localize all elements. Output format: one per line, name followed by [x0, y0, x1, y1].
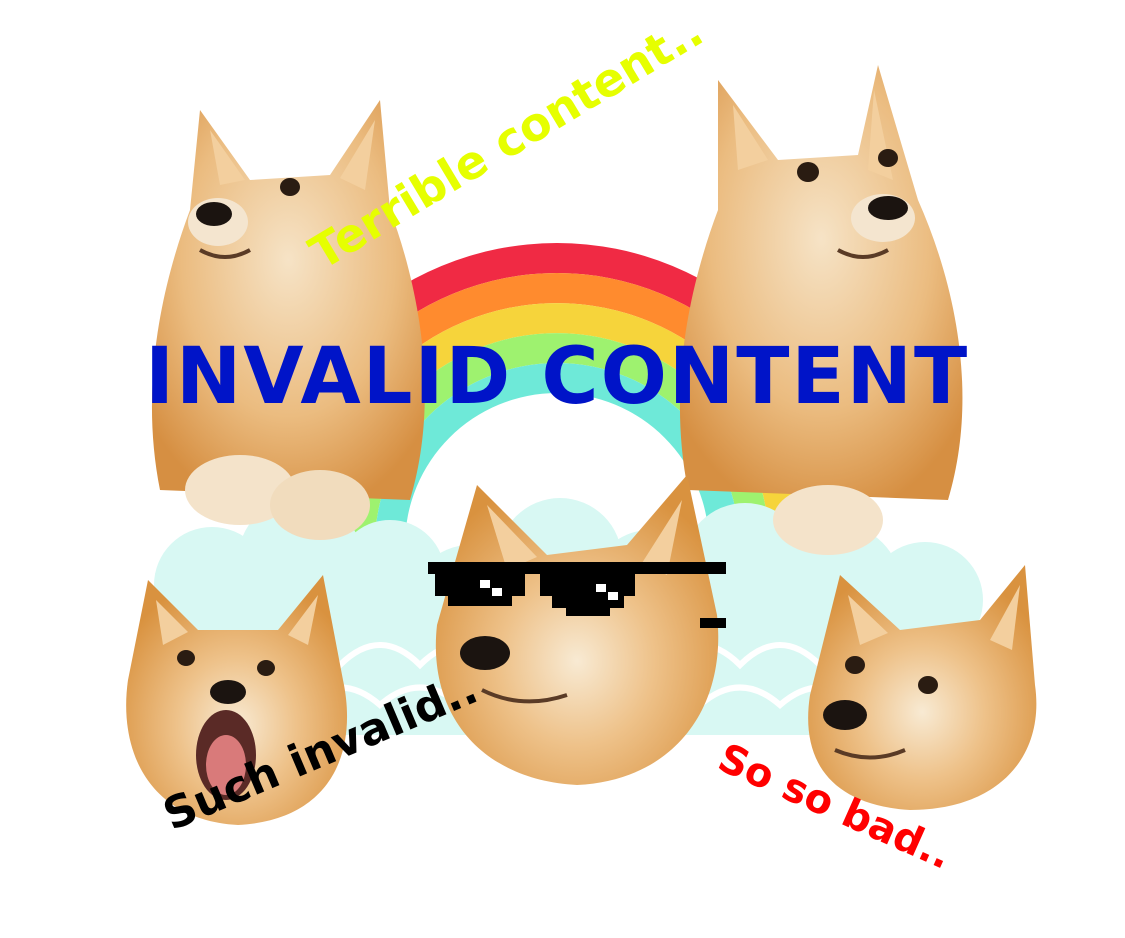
doge-icon [679, 65, 963, 555]
main-title: INVALID CONTENT [145, 332, 970, 422]
doge-icon [151, 100, 425, 540]
